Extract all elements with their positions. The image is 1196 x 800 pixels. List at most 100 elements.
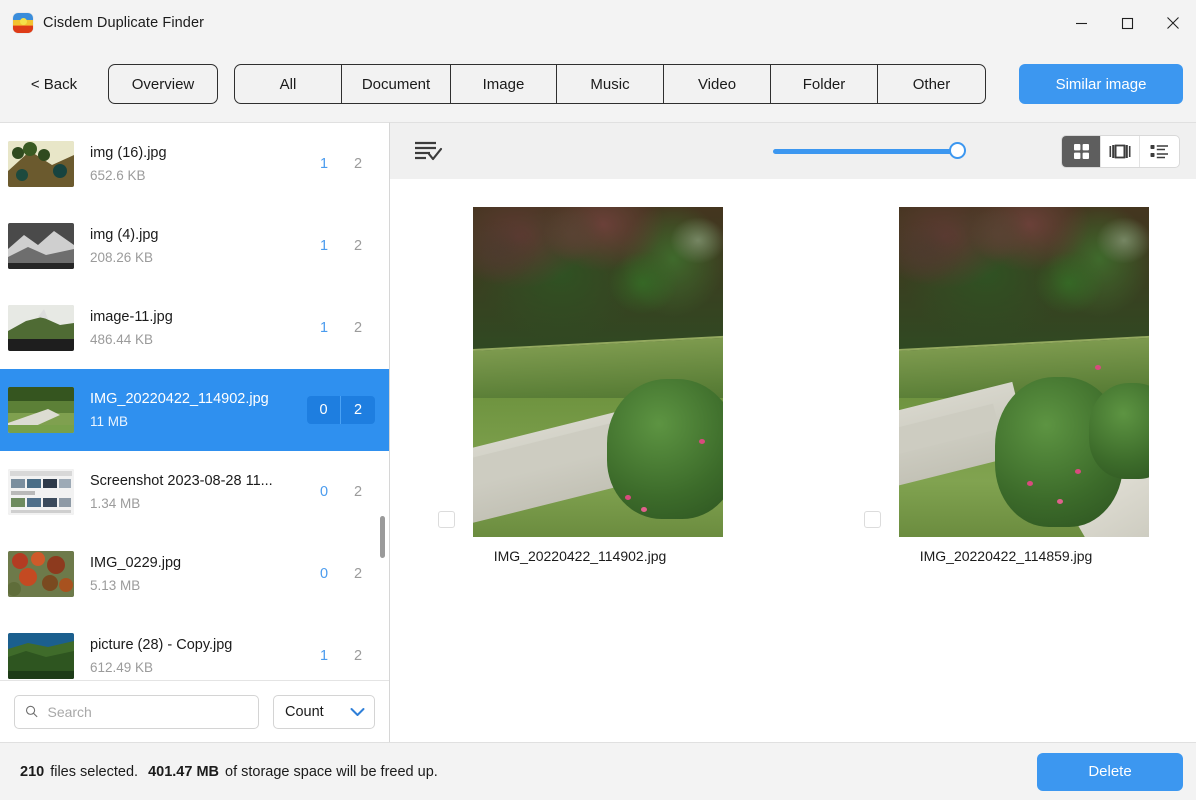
list-view-icon[interactable] xyxy=(1140,136,1179,167)
list-item-selected[interactable]: IMG_20220422_114902.jpg 11 MB 0 2 xyxy=(0,369,389,451)
cisdem-app-icon xyxy=(13,13,33,33)
main-toolbar: < Back Overview All Document Image Music… xyxy=(0,46,1196,122)
list-item[interactable]: image-11.jpg 486.44 KB 1 2 xyxy=(0,287,389,369)
file-size: 5.13 MB xyxy=(90,578,141,593)
file-info: img (16).jpg 652.6 KB xyxy=(90,145,307,183)
total-count: 2 xyxy=(353,156,363,172)
tab-document[interactable]: Document xyxy=(342,65,451,103)
grid-item[interactable]: IMG_20220422_114902.jpg xyxy=(437,207,723,564)
status-bar: 210 files selected. 401.47 MB of storage… xyxy=(0,742,1196,800)
window-title: Cisdem Duplicate Finder xyxy=(43,15,205,31)
preview-panel: IMG_20220422_114902.jpg IMG_20220422_114… xyxy=(390,122,1196,742)
file-thumbnail xyxy=(8,305,74,351)
total-count: 2 xyxy=(353,402,363,418)
file-info: IMG_0229.jpg 5.13 MB xyxy=(90,555,307,593)
list-item[interactable]: img (4).jpg 208.26 KB 1 2 xyxy=(0,205,389,287)
grid-view-icon[interactable] xyxy=(1062,135,1101,167)
window-controls xyxy=(1058,0,1196,46)
title-bar: Cisdem Duplicate Finder xyxy=(0,0,1196,46)
file-name: IMG_20220422_114902.jpg xyxy=(90,391,269,407)
scrollbar-thumb[interactable] xyxy=(380,516,385,558)
chevron-down-icon xyxy=(350,707,365,716)
grid-item-row xyxy=(863,207,1149,537)
similar-image-button[interactable]: Similar image xyxy=(1019,64,1183,104)
maximize-icon[interactable] xyxy=(1104,0,1150,46)
file-counts: 1 2 xyxy=(307,238,375,254)
selected-count: 1 xyxy=(319,648,329,664)
file-thumbnail xyxy=(8,141,74,187)
file-size: 1.34 MB xyxy=(90,496,141,511)
duplicate-file-list[interactable]: img (16).jpg 652.6 KB 1 2 img (4).jpg 20… xyxy=(0,123,389,680)
title-bar-left: Cisdem Duplicate Finder xyxy=(0,13,204,33)
coverflow-view-icon[interactable] xyxy=(1101,135,1140,167)
selected-files-suffix: files selected. xyxy=(50,763,139,780)
total-count: 2 xyxy=(353,484,363,500)
preview-toolbar xyxy=(390,123,1196,179)
file-name: IMG_0229.jpg xyxy=(90,555,182,571)
file-counts: 0 2 xyxy=(307,566,375,582)
slider-knob[interactable] xyxy=(949,142,966,159)
file-thumbnail xyxy=(8,387,74,433)
grid-item[interactable]: IMG_20220422_114859.jpg xyxy=(863,207,1149,564)
list-item[interactable]: IMG_0229.jpg 5.13 MB 0 2 xyxy=(0,533,389,615)
freed-size: 401.47 MB xyxy=(148,763,219,780)
slider-track[interactable] xyxy=(773,142,966,159)
file-thumbnail xyxy=(8,223,74,269)
total-count: 2 xyxy=(353,566,363,582)
photo-preview[interactable] xyxy=(898,207,1149,537)
list-item[interactable]: img (16).jpg 652.6 KB 1 2 xyxy=(0,123,389,205)
file-name: img (16).jpg xyxy=(90,145,167,161)
file-counts: 1 2 xyxy=(307,648,375,664)
photo-preview[interactable] xyxy=(472,207,723,537)
tab-other[interactable]: Other xyxy=(878,65,985,103)
file-info: img (4).jpg 208.26 KB xyxy=(90,227,307,265)
file-thumbnail xyxy=(8,469,74,515)
sort-select[interactable]: Count xyxy=(273,694,375,729)
back-button[interactable]: < Back xyxy=(0,76,108,93)
search-input[interactable] xyxy=(47,703,248,720)
selected-count: 0 xyxy=(307,396,341,424)
file-counts: 1 2 xyxy=(307,320,375,336)
tab-music[interactable]: Music xyxy=(557,65,664,103)
tab-image[interactable]: Image xyxy=(451,65,557,103)
file-name: image-11.jpg xyxy=(90,309,173,325)
tab-all[interactable]: All xyxy=(235,65,342,103)
file-counts: 0 2 xyxy=(307,396,375,424)
selected-count: 0 xyxy=(319,484,329,500)
file-name: Screenshot 2023-08-28 11... xyxy=(90,473,273,489)
file-counts: 0 2 xyxy=(307,484,375,500)
file-info: Screenshot 2023-08-28 11... 1.34 MB xyxy=(90,473,307,511)
selected-count: 1 xyxy=(319,238,329,254)
list-item[interactable]: picture (28) - Copy.jpg 612.49 KB 1 2 xyxy=(0,615,389,680)
close-icon[interactable] xyxy=(1150,0,1196,46)
sidebar-footer: Count xyxy=(0,680,389,742)
application-window: Cisdem Duplicate Finder < Back Overview … xyxy=(0,0,1196,800)
content-area: img (16).jpg 652.6 KB 1 2 img (4).jpg 20… xyxy=(0,122,1196,742)
file-size: 486.44 KB xyxy=(90,332,154,347)
selected-files-count: 210 xyxy=(20,763,45,780)
delete-button[interactable]: Delete xyxy=(1037,752,1183,791)
sidebar-scrollbar[interactable] xyxy=(380,123,385,680)
file-size: 208.26 KB xyxy=(90,250,154,265)
sort-select-label: Count xyxy=(285,703,324,720)
selected-count: 1 xyxy=(319,156,329,172)
file-info: IMG_20220422_114902.jpg 11 MB xyxy=(90,391,307,429)
category-tabs: All Document Image Music Video Folder Ot… xyxy=(234,64,986,104)
thumbnail-grid: IMG_20220422_114902.jpg IMG_20220422_114… xyxy=(390,179,1196,742)
minimize-icon[interactable] xyxy=(1058,0,1104,46)
overview-button[interactable]: Overview xyxy=(108,64,218,104)
total-count: 2 xyxy=(353,648,363,664)
search-box[interactable] xyxy=(14,694,259,729)
selected-count: 1 xyxy=(319,320,329,336)
tab-video[interactable]: Video xyxy=(664,65,771,103)
file-name: picture (28) - Copy.jpg xyxy=(90,637,233,653)
list-item[interactable]: Screenshot 2023-08-28 11... 1.34 MB 0 2 xyxy=(0,451,389,533)
tab-folder[interactable]: Folder xyxy=(771,65,878,103)
item-checkbox[interactable] xyxy=(863,511,881,528)
list-check-icon[interactable] xyxy=(414,140,444,162)
file-size: 612.49 KB xyxy=(90,660,154,675)
item-checkbox[interactable] xyxy=(437,511,455,528)
thumbnail-size-slider[interactable] xyxy=(773,142,966,159)
view-mode-group xyxy=(1061,134,1180,168)
file-sidebar: img (16).jpg 652.6 KB 1 2 img (4).jpg 20… xyxy=(0,122,390,742)
